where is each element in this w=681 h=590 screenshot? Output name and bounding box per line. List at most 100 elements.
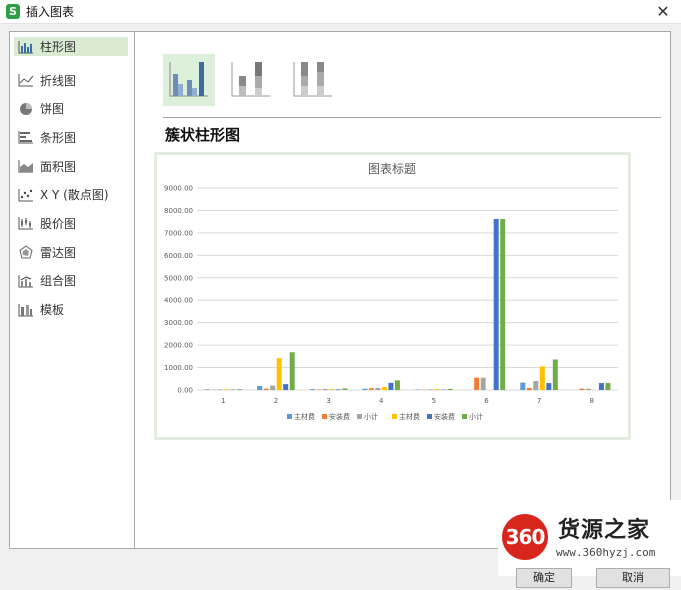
- sidebar-item-combo[interactable]: 组合图: [14, 267, 128, 296]
- y-tick-label: 1000.00: [164, 364, 193, 372]
- subtype-percent-stacked-column[interactable]: [287, 54, 339, 106]
- sidebar-item-stock[interactable]: 股价图: [14, 209, 128, 238]
- bar: [316, 389, 322, 390]
- sidebar-item-label: 条形图: [40, 130, 77, 145]
- legend-swatch: [462, 414, 467, 419]
- bar: [388, 382, 394, 390]
- watermark-name: 货源之家: [558, 518, 651, 543]
- bar: [276, 358, 282, 390]
- sidebar-item-pie[interactable]: 饼图: [14, 94, 128, 123]
- bar: [394, 380, 400, 390]
- bar: [428, 389, 434, 390]
- watermark-logo: 360: [502, 514, 548, 560]
- legend-swatch: [287, 414, 292, 419]
- bar: [263, 388, 269, 390]
- legend-label: 小计: [469, 412, 483, 421]
- y-tick-label: 5000.00: [164, 274, 193, 282]
- legend-label: 安装费: [434, 412, 455, 421]
- sidebar-item-scatter[interactable]: X Y (散点图): [14, 180, 128, 209]
- x-tick-label: 8: [589, 397, 593, 405]
- bar: [447, 388, 453, 390]
- sidebar-item-label: 柱形图: [40, 40, 77, 54]
- chart-preview-panel: 簇状柱形图 图表标题 0.00 1000.00 2000.00 3000.00 4000.…: [136, 32, 670, 548]
- bar: [579, 388, 585, 390]
- chart-svg: 图表标题 0.00 1000.00 2000.00 3000.00 4000.00 5000…: [164, 162, 618, 421]
- column-chart-icon: [18, 40, 34, 54]
- bar: [526, 387, 532, 390]
- bar: [585, 388, 591, 390]
- bar: [322, 388, 328, 390]
- bar: [335, 389, 341, 390]
- chart-title: 图表标题: [368, 162, 416, 176]
- bar: [283, 384, 289, 390]
- watermark-url: www.360hyzj.com: [556, 546, 656, 559]
- y-tick-label: 8000.00: [164, 207, 193, 215]
- sidebar-item-column[interactable]: 柱形图: [14, 37, 128, 56]
- chart-type-sidebar: 柱形图 折线图 饼图 条形图 面积图 X Y (散点图) 股价图 雷达图 组合图…: [10, 32, 135, 548]
- stacked-column-icon: [231, 62, 270, 97]
- sidebar-item-label: 面积图: [40, 159, 77, 174]
- x-tick-label: 2: [274, 397, 278, 405]
- bar: [605, 383, 611, 390]
- area-chart-icon: [18, 159, 34, 173]
- bar: [434, 389, 440, 390]
- bar: [329, 389, 335, 390]
- legend-label: 小计: [364, 412, 378, 421]
- window-title: 插入图表: [26, 5, 75, 19]
- bar: [598, 383, 604, 390]
- bar: [552, 359, 558, 390]
- bar: [257, 385, 263, 390]
- x-tick-label: 4: [379, 397, 384, 405]
- close-button[interactable]: ✕: [653, 2, 673, 22]
- x-tick-label: 5: [432, 397, 436, 405]
- close-icon: ✕: [656, 2, 670, 21]
- sidebar-item-area[interactable]: 面积图: [14, 152, 128, 181]
- x-tick-label: 6: [484, 397, 489, 405]
- radar-chart-icon: [18, 245, 34, 259]
- sidebar-item-radar[interactable]: 雷达图: [14, 238, 128, 267]
- bar: [204, 389, 210, 390]
- bar: [493, 218, 499, 390]
- y-tick-label: 0.00: [177, 387, 193, 395]
- bar: [381, 387, 387, 390]
- line-chart-icon: [18, 73, 34, 87]
- ok-button[interactable]: 确定: [516, 568, 572, 588]
- x-tick-label: 7: [537, 397, 541, 405]
- y-tick-label: 9000.00: [164, 185, 193, 193]
- bar: [533, 381, 539, 390]
- bar: [375, 387, 381, 390]
- sidebar-item-label: 饼图: [40, 102, 65, 117]
- subtype-clustered-column[interactable]: [163, 54, 215, 106]
- bar: [480, 377, 486, 390]
- sidebar-item-label: 模板: [40, 303, 65, 318]
- sidebar-item-template[interactable]: 模板: [14, 295, 128, 324]
- bar: [217, 389, 223, 390]
- bar: [500, 218, 506, 390]
- y-tick-label: 3000.00: [164, 319, 193, 327]
- chart-subtype-heading: 簇状柱形图: [165, 126, 241, 144]
- bar: [539, 366, 545, 390]
- legend-swatch: [322, 414, 327, 419]
- watermark: 360 货源之家 www.360hyzj.com: [498, 500, 681, 576]
- bar: [368, 388, 374, 390]
- chart-preview[interactable]: 图表标题 0.00 1000.00 2000.00 3000.00 4000.00 5000…: [154, 152, 631, 440]
- sidebar-item-bar[interactable]: 条形图: [14, 123, 128, 152]
- bar: [474, 377, 480, 390]
- template-icon: [18, 303, 34, 317]
- scatter-chart-icon: [18, 188, 34, 202]
- legend-swatch: [392, 414, 397, 419]
- sidebar-item-label: 组合图: [40, 274, 77, 289]
- pie-chart-icon: [18, 102, 34, 116]
- x-tick-label: 1: [221, 397, 225, 405]
- combo-chart-icon: [18, 274, 34, 288]
- bar: [520, 382, 526, 390]
- title-bar: S 插入图表 ✕: [0, 0, 681, 24]
- bar: [224, 389, 230, 390]
- y-tick-label: 6000.00: [164, 252, 193, 260]
- cancel-button[interactable]: 取消: [596, 568, 670, 588]
- subtype-stacked-column[interactable]: [225, 54, 277, 106]
- legend-swatch: [357, 414, 362, 419]
- legend-label: 主材费: [399, 412, 420, 421]
- sidebar-item-line[interactable]: 折线图: [14, 66, 128, 95]
- sidebar-item-label: 股价图: [40, 216, 77, 231]
